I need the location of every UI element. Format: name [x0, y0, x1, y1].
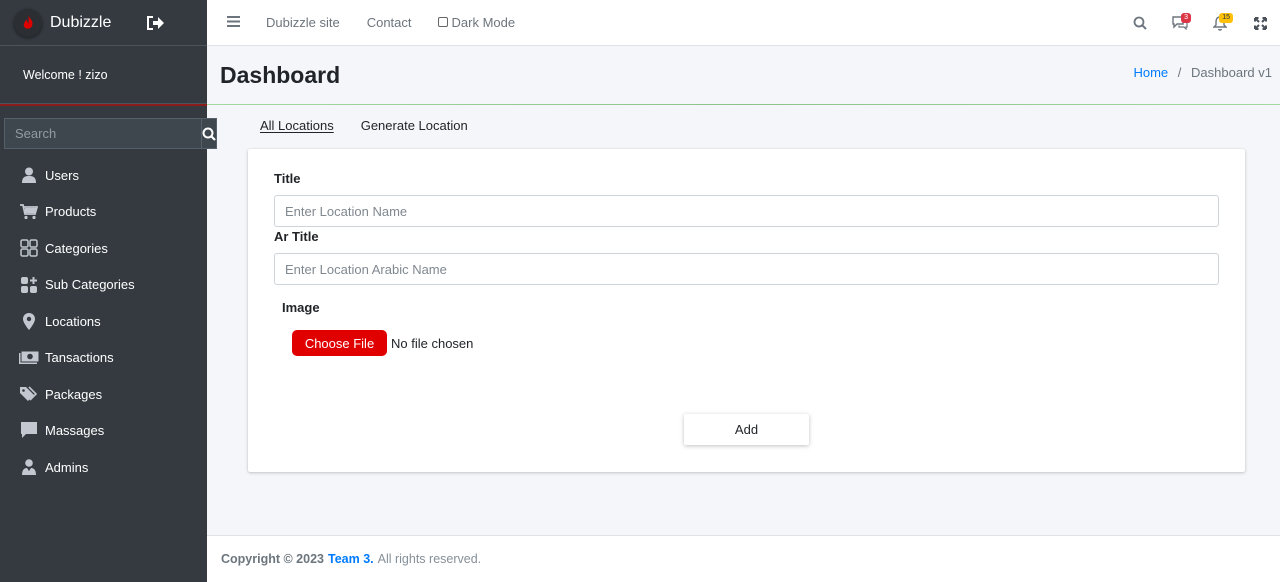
nav-link-contact[interactable]: Contact: [367, 15, 412, 30]
title-input[interactable]: [274, 195, 1219, 227]
sidebar-item-categories[interactable]: Categories: [0, 230, 207, 267]
sidebar-item-label: Products: [45, 204, 97, 220]
sidebar-item-label: Locations: [45, 313, 101, 329]
sidebar-item-label: Tansactions: [45, 350, 114, 366]
ar-title-input[interactable]: [274, 253, 1219, 285]
top-navbar: Dubizzle site Contact Dark Mode 3 15: [207, 0, 1280, 46]
navbar-actions: 3 15: [1120, 0, 1280, 46]
sidebar-item-packages[interactable]: Packages: [0, 376, 207, 413]
notifications-button[interactable]: 15: [1200, 0, 1240, 46]
location-form-card: Title Ar Title Image Choose File No file…: [248, 149, 1245, 472]
sidebar: Dubizzle Welcome ! zizo Users Products C…: [0, 0, 217, 582]
sidebar-item-locations[interactable]: Locations: [0, 303, 207, 340]
search-icon: [202, 127, 216, 141]
brand: Dubizzle: [0, 0, 207, 46]
apps-plus-icon: [19, 275, 39, 295]
sidebar-item-label: Categories: [45, 240, 108, 256]
nav-link-dubizzle-site[interactable]: Dubizzle site: [266, 15, 340, 30]
dark-mode-checkbox[interactable]: [437, 16, 448, 27]
messages-badge: 3: [1181, 13, 1191, 23]
dark-mode-toggle[interactable]: Dark Mode: [437, 15, 516, 30]
sidebar-item-label: Sub Categories: [45, 277, 135, 293]
welcome-text: Welcome ! zizo: [23, 67, 108, 82]
sidebar-item-admins[interactable]: Admins: [0, 449, 207, 486]
sidebar-item-products[interactable]: Products: [0, 194, 207, 231]
user-icon: [19, 165, 39, 185]
fullscreen-button[interactable]: [1240, 0, 1280, 46]
messages-button[interactable]: 3: [1160, 0, 1200, 46]
team-link[interactable]: Team 3.: [328, 552, 374, 566]
image-label: Image: [282, 300, 320, 315]
navbar-search-button[interactable]: [1120, 0, 1160, 46]
map-marker-icon: [19, 311, 39, 331]
ar-title-label: Ar Title: [274, 229, 319, 244]
file-status: No file chosen: [391, 336, 474, 351]
sidebar-item-sub-categories[interactable]: Sub Categories: [0, 267, 207, 304]
sidebar-item-transactions[interactable]: Tansactions: [0, 340, 207, 377]
rights-text: All rights reserved.: [377, 552, 482, 566]
header-divider: [207, 104, 1280, 105]
sidebar-item-users[interactable]: Users: [0, 157, 207, 194]
brand-logo[interactable]: [14, 8, 42, 37]
sidebar-item-label: Massages: [45, 423, 105, 439]
breadcrumb-current: Dashboard v1: [1191, 65, 1272, 80]
brand-name[interactable]: Dubizzle: [50, 14, 111, 32]
breadcrumb: Home / Dashboard v1: [1133, 65, 1272, 80]
notifications-badge: 15: [1219, 13, 1233, 23]
tab-all-locations[interactable]: All Locations: [260, 118, 334, 133]
location-tabs: All Locations Generate Location: [260, 118, 468, 133]
footer: Copyright © 2023 Team 3. All rights rese…: [207, 535, 1280, 582]
search-input[interactable]: [4, 118, 201, 149]
add-button[interactable]: Add: [684, 414, 809, 445]
user-panel: Welcome ! zizo: [0, 46, 207, 104]
sidebar-search: [4, 118, 217, 149]
content-header: Dashboard Home / Dashboard v1: [207, 46, 1280, 104]
choose-file-button[interactable]: Choose File: [292, 330, 387, 356]
money-icon: [19, 348, 39, 368]
menu-toggle-icon[interactable]: [227, 15, 241, 30]
search-button[interactable]: [201, 118, 217, 149]
copyright-text: Copyright © 2023: [221, 552, 324, 566]
breadcrumb-home[interactable]: Home: [1133, 65, 1168, 80]
title-label: Title: [274, 171, 301, 186]
sidebar-item-label: Admins: [45, 459, 89, 475]
expand-arrows-icon: [1253, 16, 1267, 30]
dark-mode-label: Dark Mode: [451, 15, 516, 30]
logout-icon[interactable]: [145, 14, 165, 32]
breadcrumb-separator: /: [1177, 65, 1182, 80]
tab-generate-location[interactable]: Generate Location: [361, 118, 468, 133]
sidebar-item-label: Packages: [45, 386, 103, 402]
grid-icon: [19, 238, 39, 258]
divider: [0, 104, 207, 106]
search-icon: [1133, 16, 1147, 30]
comment-icon: [19, 421, 39, 441]
sidebar-item-label: Users: [45, 167, 79, 183]
user-tie-icon: [19, 457, 39, 477]
cart-icon: [19, 202, 39, 222]
sidebar-item-messages[interactable]: Massages: [0, 413, 207, 450]
tags-icon: [19, 384, 39, 404]
page-title: Dashboard: [220, 62, 341, 88]
